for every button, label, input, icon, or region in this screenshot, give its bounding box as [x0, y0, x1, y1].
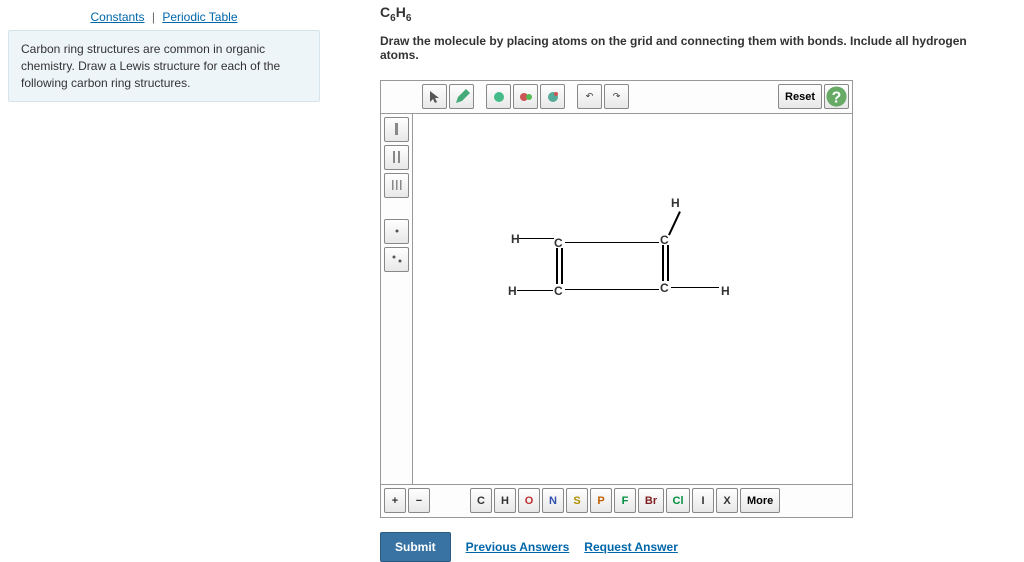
draw-tool[interactable] [449, 84, 474, 109]
bond [556, 248, 558, 284]
atom-label: H [511, 232, 520, 246]
help-button[interactable]: ? [824, 84, 849, 109]
charge-plus-button[interactable]: + [384, 488, 406, 513]
reference-links: Constants | Periodic Table [8, 10, 320, 24]
single-bond-tool[interactable] [384, 117, 409, 142]
atom-label: H [508, 284, 517, 298]
element-f-button[interactable]: F [614, 488, 636, 513]
atom-label: C [660, 233, 669, 247]
instruction-text: Draw the molecule by placing atoms on th… [380, 34, 1004, 62]
request-answer-link[interactable]: Request Answer [584, 540, 678, 554]
atom-tool-3[interactable] [540, 84, 565, 109]
atom-label: C [554, 284, 563, 298]
submit-button[interactable]: Submit [380, 532, 451, 562]
bond [667, 245, 669, 281]
element-i-button[interactable]: I [692, 488, 714, 513]
bond [662, 245, 664, 281]
bottom-toolbar: + − C H O N S P F Br Cl I X More [381, 484, 852, 517]
editor-body: H C H C C C H H [381, 114, 852, 484]
element-o-button[interactable]: O [518, 488, 540, 513]
molecular-formula: C6H6 [380, 4, 1004, 24]
lone-pair-tool-2[interactable] [384, 247, 409, 272]
separator: | [152, 10, 155, 24]
atom-label: C [660, 281, 669, 295]
element-c-button[interactable]: C [470, 488, 492, 513]
molecule-editor: ↶ ↷ Reset ? [380, 80, 853, 518]
bond [671, 287, 719, 289]
undo-button[interactable]: ↶ [577, 84, 602, 109]
right-panel: C6H6 Draw the molecule by placing atoms … [335, 0, 1024, 560]
side-toolbar [381, 114, 413, 484]
reset-button[interactable]: Reset [778, 84, 822, 109]
bond [519, 238, 554, 240]
action-row: Submit Previous Answers Request Answer [380, 532, 1004, 562]
constants-link[interactable]: Constants [90, 10, 144, 24]
element-br-button[interactable]: Br [638, 488, 664, 513]
atom-label: H [671, 196, 680, 210]
bond [561, 248, 563, 284]
atom-label: C [554, 236, 563, 250]
element-h-button[interactable]: H [494, 488, 516, 513]
left-panel: Constants | Periodic Table Carbon ring s… [0, 0, 335, 560]
atom-tool-2[interactable] [513, 84, 538, 109]
element-n-button[interactable]: N [542, 488, 564, 513]
element-cl-button[interactable]: Cl [666, 488, 690, 513]
bond [565, 289, 659, 291]
erase-button[interactable]: X [716, 488, 738, 513]
lone-pair-tool-1[interactable] [384, 219, 409, 244]
periodic-table-link[interactable]: Periodic Table [162, 10, 237, 24]
bond [668, 211, 680, 235]
atom-label: H [721, 284, 730, 298]
element-p-button[interactable]: P [590, 488, 612, 513]
charge-minus-button[interactable]: − [408, 488, 430, 513]
top-toolbar: ↶ ↷ Reset ? [381, 81, 852, 114]
previous-answers-link[interactable]: Previous Answers [466, 540, 570, 554]
triple-bond-tool[interactable] [384, 173, 409, 198]
select-tool[interactable] [422, 84, 447, 109]
bond [517, 290, 553, 292]
more-elements-button[interactable]: More [740, 488, 780, 513]
drawing-canvas[interactable]: H C H C C C H H [413, 114, 852, 484]
prompt-text: Carbon ring structures are common in org… [8, 30, 320, 102]
svg-text:?: ? [832, 90, 842, 107]
double-bond-tool[interactable] [384, 145, 409, 170]
bond [565, 242, 659, 244]
element-s-button[interactable]: S [566, 488, 588, 513]
atom-tool-1[interactable] [486, 84, 511, 109]
redo-button[interactable]: ↷ [604, 84, 629, 109]
